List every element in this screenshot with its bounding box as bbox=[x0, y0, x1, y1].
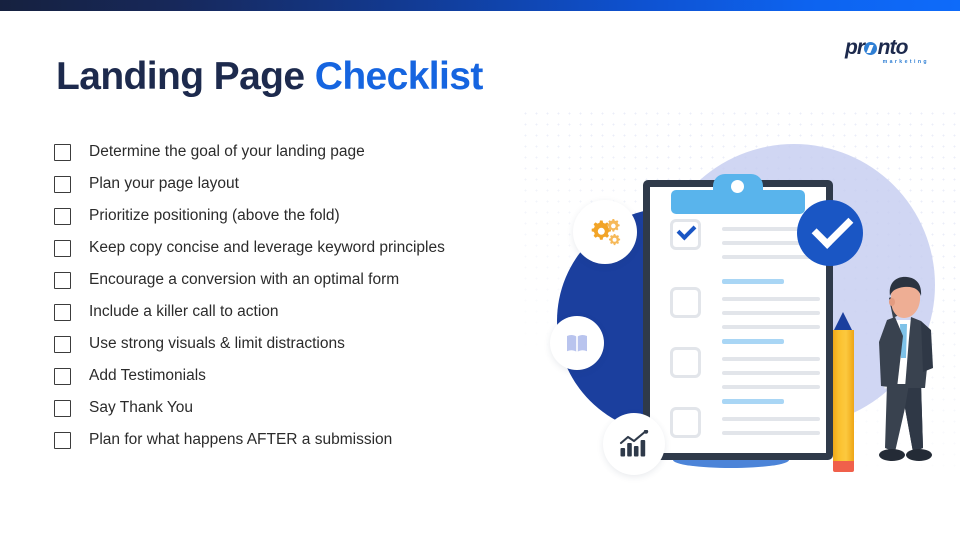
checklist-item[interactable]: Prioritize positioning (above the fold) bbox=[54, 200, 574, 232]
gears-badge bbox=[573, 200, 637, 264]
logo-word-part2: nto bbox=[877, 36, 909, 59]
checklist-item[interactable]: Determine the goal of your landing page bbox=[54, 136, 574, 168]
pronto-marketing-logo: pr nto marketing bbox=[845, 36, 929, 68]
businessman-figure bbox=[879, 276, 933, 461]
pencil-eraser bbox=[833, 461, 854, 472]
checklist-item[interactable]: Say Thank You bbox=[54, 392, 574, 424]
checklist-item-label: Keep copy concise and leverage keyword p… bbox=[89, 239, 445, 256]
checklist-item-label: Plan your page layout bbox=[89, 175, 239, 192]
logo-tagline: marketing bbox=[882, 59, 929, 65]
checklist-item-label: Add Testimonials bbox=[89, 367, 206, 384]
logo-o-glyph-icon bbox=[864, 42, 878, 55]
pencil-tip bbox=[833, 312, 853, 332]
checklist-item-label: Plan for what happens AFTER a submission bbox=[89, 431, 393, 448]
logo-word-part1: pr bbox=[845, 36, 865, 59]
top-gradient-bar bbox=[0, 0, 960, 11]
checklist-item-label: Encourage a conversion with an optimal f… bbox=[89, 271, 400, 288]
book-icon bbox=[567, 334, 587, 352]
checklist-item[interactable]: Add Testimonials bbox=[54, 360, 574, 392]
checklist-item-label: Use strong visuals & limit distractions bbox=[89, 335, 345, 352]
checklist-checkbox[interactable] bbox=[54, 335, 71, 353]
checklist-checkbox[interactable] bbox=[54, 367, 71, 385]
checklist-item[interactable]: Plan for what happens AFTER a submission bbox=[54, 424, 574, 456]
checklist-checkbox[interactable] bbox=[54, 399, 71, 417]
clipboard-checkbox bbox=[670, 407, 701, 438]
checklist-item[interactable]: Keep copy concise and leverage keyword p… bbox=[54, 232, 574, 264]
page-title-accent: Checklist bbox=[314, 55, 484, 98]
pencil-body bbox=[833, 330, 854, 465]
page-title: Landing Page Checklist bbox=[56, 55, 483, 99]
clipboard-heading-line bbox=[722, 279, 784, 284]
bar-chart-icon bbox=[619, 430, 649, 457]
clipboard-heading-line bbox=[722, 399, 784, 404]
checklist-checkbox[interactable] bbox=[54, 143, 71, 161]
checklist-item-label: Determine the goal of your landing page bbox=[89, 143, 365, 160]
clipboard-heading-line bbox=[722, 339, 784, 344]
clipboard-text-line bbox=[722, 357, 820, 361]
checklist-checkbox[interactable] bbox=[54, 431, 71, 449]
slide-canvas: Landing Page Checklist pr nto marketing D… bbox=[0, 0, 960, 540]
chart-badge bbox=[603, 413, 665, 475]
illustration bbox=[525, 108, 960, 480]
clipboard-text-line bbox=[722, 311, 820, 315]
book-badge bbox=[550, 316, 604, 370]
checklist-item-label: Say Thank You bbox=[89, 399, 193, 416]
checklist-item[interactable]: Include a killer call to action bbox=[54, 296, 574, 328]
checklist-item[interactable]: Use strong visuals & limit distractions bbox=[54, 328, 574, 360]
checklist-item[interactable]: Plan your page layout bbox=[54, 168, 574, 200]
clipboard-text-line bbox=[722, 431, 820, 435]
checklist-checkbox[interactable] bbox=[54, 239, 71, 257]
checklist-item[interactable]: Encourage a conversion with an optimal f… bbox=[54, 264, 574, 296]
clipboard-checkbox bbox=[670, 287, 701, 318]
checklist-item-label: Prioritize positioning (above the fold) bbox=[89, 207, 340, 224]
checklist-item-label: Include a killer call to action bbox=[89, 303, 279, 320]
clipboard-clip-hole bbox=[731, 180, 744, 193]
checklist: Determine the goal of your landing page P… bbox=[54, 136, 574, 456]
clipboard-text-line bbox=[722, 325, 820, 329]
clipboard-text-line bbox=[722, 385, 820, 389]
checklist-checkbox[interactable] bbox=[54, 207, 71, 225]
clipboard-text-line bbox=[722, 371, 820, 375]
blue-check-badge-icon bbox=[797, 200, 863, 266]
page-title-main: Landing Page bbox=[56, 55, 305, 98]
checklist-checkbox[interactable] bbox=[54, 175, 71, 193]
logo-wordmark: pr nto bbox=[845, 36, 929, 59]
checklist-checkbox[interactable] bbox=[54, 303, 71, 321]
checklist-checkbox[interactable] bbox=[54, 271, 71, 289]
clipboard-text-line bbox=[722, 417, 820, 421]
gears-icon bbox=[591, 219, 621, 246]
clipboard-checkbox-checked bbox=[670, 219, 701, 250]
clipboard-text-line bbox=[722, 297, 820, 301]
clipboard-checkbox bbox=[670, 347, 701, 378]
